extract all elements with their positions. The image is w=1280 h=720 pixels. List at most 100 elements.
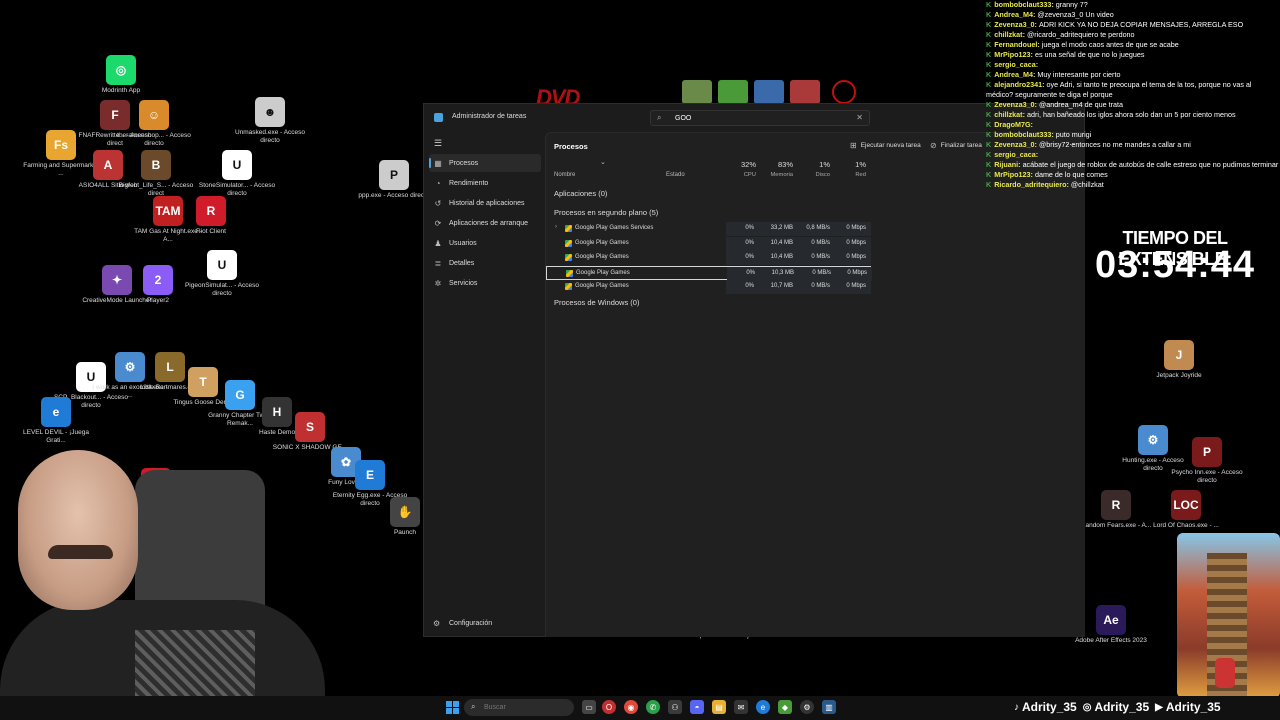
end-task-button[interactable]: ⊘ Finalizar tarea bbox=[930, 141, 982, 150]
start-button[interactable] bbox=[446, 701, 459, 714]
process-row[interactable]: Google Play Games 0% 10,7 MB 0 MB/s 0 Mbps bbox=[546, 280, 871, 294]
memory-total: 83% bbox=[777, 160, 793, 169]
process-memory: 10,4 MB bbox=[770, 239, 793, 246]
app-icon: LOC bbox=[1171, 490, 1201, 520]
chat-message: K Andrea_M4: Muy interesante por cierto bbox=[986, 70, 1280, 80]
sidebar-nav: ☰ ▦ Procesos ◔ Rendimiento ↺ Historial de apl… bbox=[424, 134, 544, 634]
sidebar-item-detalles[interactable]: ≣ Detalles bbox=[429, 254, 541, 272]
desktop-icon[interactable]: ☺ theramenshop... - Acceso directo bbox=[115, 100, 193, 148]
desktop-icon[interactable]: U StoneSimulator... - Acceso directo bbox=[198, 150, 276, 198]
kick-badge-icon: K bbox=[986, 130, 992, 139]
desktop-icon[interactable]: e LEVEL DEVIL - ¡Juega Grati... bbox=[17, 397, 95, 445]
sidebar-item-label: Configuración bbox=[449, 620, 493, 627]
kick-badge-icon: K bbox=[986, 150, 992, 159]
desktop-icon[interactable]: U PigeonSimulat... - Acceso directo bbox=[183, 250, 261, 298]
process-name: Google Play Games bbox=[575, 283, 629, 289]
sidebar-item-procesos[interactable]: ▦ Procesos bbox=[429, 154, 541, 172]
desktop-icon[interactable]: R Riot Client bbox=[172, 196, 250, 236]
sidebar-item-label: Aplicaciones de arranque bbox=[449, 219, 528, 227]
process-disk: 0 MB/s bbox=[811, 254, 830, 260]
section-apps[interactable]: Aplicaciones (0) bbox=[554, 189, 607, 198]
app-icon: P bbox=[1192, 437, 1222, 467]
run-new-task-button[interactable]: ⊞ Ejecutar nueva tarea bbox=[850, 141, 921, 150]
gear-icon: ⚙ bbox=[433, 619, 441, 628]
column-header-memory[interactable]: Memoria bbox=[758, 172, 793, 178]
column-header-disk[interactable]: Disco bbox=[796, 172, 831, 178]
column-header-status[interactable]: Estado bbox=[666, 172, 685, 178]
sidebar-item-historial[interactable]: ↺ Historial de aplicaciones bbox=[429, 194, 541, 212]
desktop-icon[interactable]: B Bigfoot_Life_S... - Acceso direct bbox=[117, 150, 195, 198]
opera-icon[interactable]: O bbox=[602, 700, 616, 714]
desktop-icon[interactable]: J Jetpack Joyride bbox=[1140, 340, 1218, 380]
desktop-icon[interactable]: R Random Fears.exe - A... bbox=[1077, 490, 1155, 530]
taskbar-search[interactable]: ⌕ bbox=[464, 699, 574, 716]
desktop-icon[interactable]: P Psycho Inn.exe - Acceso directo bbox=[1168, 437, 1246, 485]
discord-icon[interactable]: ◓ bbox=[690, 700, 704, 714]
process-row[interactable]: Google Play Games 0% 10,4 MB 0 MB/s 0 Mbps bbox=[546, 236, 871, 251]
process-disk: 0 MB/s bbox=[811, 283, 830, 289]
mail-icon[interactable]: ✉ bbox=[734, 700, 748, 714]
kick-badge-icon: K bbox=[986, 110, 992, 119]
search-box[interactable]: ⌕ ✕ bbox=[650, 110, 870, 126]
desktop-thumbnail[interactable] bbox=[682, 80, 712, 104]
chrome-icon[interactable]: ◉ bbox=[624, 700, 638, 714]
desktop-thumbnail[interactable] bbox=[790, 80, 820, 104]
process-row[interactable]: › Google Play Games Services 0% 33,2 MB 0,8 … bbox=[546, 222, 871, 236]
desktop-thumbnail[interactable] bbox=[718, 80, 748, 104]
sidebar-item-rendimiento[interactable]: ◔ Rendimiento bbox=[429, 174, 541, 192]
app-icon: e bbox=[41, 397, 71, 427]
desktop-icon[interactable]: ◎ Modrinth App bbox=[82, 55, 160, 95]
file-explorer-icon[interactable]: ▤ bbox=[712, 700, 726, 714]
sidebar-item-servicios[interactable]: ✲ Servicios bbox=[429, 274, 541, 292]
sidebar-item-usuarios[interactable]: ♟ Usuarios bbox=[429, 234, 541, 252]
chat-message: K Rijuani: acábate el juego de roblox de … bbox=[986, 160, 1280, 170]
section-windows[interactable]: Procesos de Windows (0) bbox=[554, 298, 639, 307]
desktop-icon-label: theramenshop... - Acceso directo bbox=[117, 132, 191, 147]
app-icon: ✋ bbox=[390, 497, 420, 527]
process-row[interactable]: Google Play Games 0% 10,3 MB 0 MB/s 0 Mbps bbox=[546, 265, 872, 281]
process-row[interactable]: Google Play Games 0% 10,4 MB 0 MB/s 0 Mbps bbox=[546, 251, 871, 265]
settings-icon[interactable]: ⚙ bbox=[800, 700, 814, 714]
game-clip-overlay bbox=[1177, 533, 1280, 698]
desktop-icon[interactable]: ☻ Unmasked.exe - Acceso directo bbox=[231, 97, 309, 145]
process-cpu: 0% bbox=[745, 225, 754, 231]
network-total: 1% bbox=[855, 160, 866, 169]
social-handle: ♪ Adrity_35 bbox=[1014, 700, 1077, 714]
chat-message: K Fernandouel: juega el modo caos antes d… bbox=[986, 40, 1280, 50]
chat-text: ADRI KICK YA NO DEJA COPIAR MENSAJES, AR… bbox=[1038, 20, 1244, 29]
nav-icon: ≣ bbox=[434, 258, 442, 268]
task-manager-taskbar-icon[interactable]: ▥ bbox=[822, 700, 836, 714]
nav-icon: ✲ bbox=[434, 278, 442, 288]
app-icon: E bbox=[355, 460, 385, 490]
whatsapp-icon[interactable]: ✆ bbox=[646, 700, 660, 714]
task-view-icon[interactable]: ▭ bbox=[582, 700, 596, 714]
nav-icon: ⟳ bbox=[434, 218, 442, 228]
streamer-head bbox=[18, 450, 138, 610]
taskbar-search-input[interactable] bbox=[484, 701, 568, 713]
desktop-icon-label: Modrinth App bbox=[101, 87, 141, 94]
chat-message: K Andrea_M4: @zevenza3_0 Un video bbox=[986, 10, 1280, 20]
section-background[interactable]: Procesos en segundo plano (5) bbox=[554, 208, 658, 217]
sidebar-item-aplicaciones[interactable]: ⟳ Aplicaciones de arranque bbox=[429, 214, 541, 232]
desktop-thumbnail[interactable] bbox=[832, 80, 856, 104]
app-icon[interactable]: ⚇ bbox=[668, 700, 682, 714]
desktop-icon[interactable]: Pppp.exe - Acceso directo bbox=[355, 160, 433, 200]
column-header-name[interactable]: Nombre bbox=[554, 172, 575, 178]
column-header-cpu[interactable]: CPU bbox=[726, 172, 756, 178]
edge-icon[interactable]: e bbox=[756, 700, 770, 714]
sidebar-item-settings[interactable]: ⚙ Configuración bbox=[429, 619, 492, 628]
search-input[interactable] bbox=[675, 112, 845, 124]
expand-chevron-icon[interactable]: › bbox=[555, 224, 557, 230]
column-header-network[interactable]: Red bbox=[833, 172, 866, 178]
chat-username: Andrea_M4: bbox=[994, 70, 1038, 79]
chat-username: chillzkat: bbox=[994, 110, 1027, 119]
game-icon[interactable]: ◆ bbox=[778, 700, 792, 714]
sort-chevron-icon: ⌄ bbox=[600, 159, 606, 166]
clear-search-icon[interactable]: ✕ bbox=[856, 113, 863, 122]
desktop-thumbnail[interactable] bbox=[754, 80, 784, 104]
chat-message: K Ricardo_adritequiero: @chillzkat bbox=[986, 180, 1280, 190]
process-network: 0 Mbps bbox=[846, 254, 866, 260]
hamburger-menu-icon[interactable]: ☰ bbox=[434, 138, 442, 149]
chat-username: Zevenza3_0: bbox=[994, 100, 1039, 109]
desktop-icon[interactable]: LOC Lord Of Chaos.exe - ... bbox=[1147, 490, 1225, 530]
